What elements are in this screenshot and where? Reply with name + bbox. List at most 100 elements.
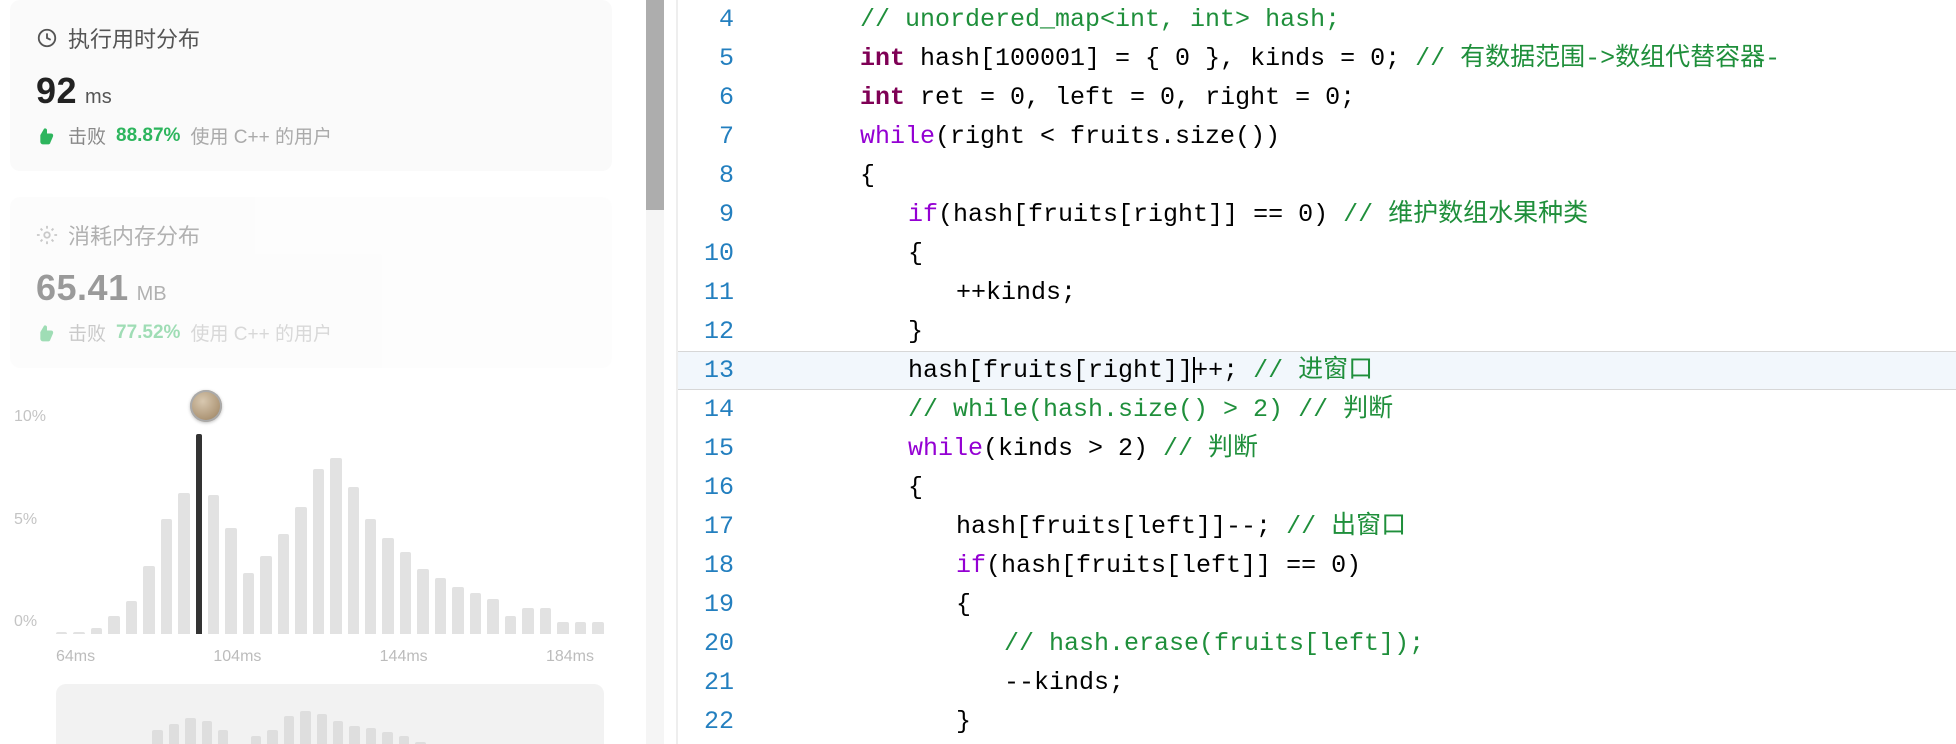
line-number[interactable]: 14 bbox=[678, 390, 756, 429]
mini-histogram-bar[interactable] bbox=[267, 730, 277, 744]
code-keyword: int bbox=[860, 44, 905, 73]
histogram-bar[interactable] bbox=[330, 458, 341, 634]
histogram-bar[interactable] bbox=[592, 622, 603, 634]
code-line[interactable]: // hash.erase(fruits[left]); bbox=[764, 624, 1956, 663]
histogram-bar[interactable] bbox=[435, 578, 446, 634]
mini-histogram-bar[interactable] bbox=[399, 736, 409, 744]
line-number[interactable]: 22 bbox=[678, 702, 756, 741]
line-number[interactable]: 17 bbox=[678, 507, 756, 546]
code-line[interactable]: // while(hash.size() > 2) // 判断 bbox=[764, 390, 1956, 429]
code-token: ++; bbox=[1193, 356, 1253, 385]
line-number[interactable]: 7 bbox=[678, 117, 756, 156]
code-line[interactable]: { bbox=[764, 468, 1956, 507]
histogram-bar[interactable] bbox=[540, 608, 551, 634]
code-line[interactable]: while(right < fruits.size()) bbox=[764, 117, 1956, 156]
histogram-bar[interactable] bbox=[161, 519, 172, 634]
histogram-bar[interactable] bbox=[260, 556, 271, 634]
line-number-gutter[interactable]: 45678910111213141516171819202122 bbox=[678, 0, 756, 744]
code-token: hash bbox=[908, 356, 968, 385]
histogram-bar[interactable] bbox=[575, 622, 586, 634]
scrollbar-thumb[interactable] bbox=[646, 0, 664, 210]
histogram-bar[interactable] bbox=[522, 608, 533, 634]
mini-histogram-bar[interactable] bbox=[284, 716, 294, 744]
histogram-bar[interactable] bbox=[208, 495, 219, 634]
histogram-bar[interactable] bbox=[278, 534, 289, 634]
code-token: [fruits[right]] bbox=[968, 356, 1193, 385]
histogram-bar[interactable] bbox=[295, 507, 306, 634]
histogram-bar[interactable] bbox=[108, 616, 119, 634]
mini-histogram-bar[interactable] bbox=[185, 718, 195, 744]
code-lines[interactable]: // unordered_map<int, int> hash;int hash… bbox=[764, 0, 1956, 741]
line-number[interactable]: 13 bbox=[678, 351, 756, 390]
histogram-bar[interactable] bbox=[348, 487, 359, 634]
code-editor[interactable]: 45678910111213141516171819202122 // unor… bbox=[678, 0, 1956, 744]
code-line[interactable]: { bbox=[764, 156, 1956, 195]
code-line[interactable]: hash[fruits[right]]++; // 进窗口 bbox=[764, 351, 1956, 390]
histogram-bar[interactable] bbox=[470, 593, 481, 634]
mini-histogram-bar[interactable] bbox=[152, 730, 162, 744]
runtime-histogram[interactable]: 10% 5% 0% 64ms 104ms 144ms 184ms bbox=[0, 408, 630, 666]
line-number[interactable]: 16 bbox=[678, 468, 756, 507]
code-line[interactable]: int hash[100001] = { 0 }, kinds = 0; // … bbox=[764, 39, 1956, 78]
mini-histogram-bar[interactable] bbox=[202, 721, 212, 744]
histogram-bar[interactable] bbox=[126, 601, 137, 634]
mini-histogram-bar[interactable] bbox=[218, 730, 228, 744]
line-number[interactable]: 9 bbox=[678, 195, 756, 234]
line-number[interactable]: 8 bbox=[678, 156, 756, 195]
mini-histogram-bar[interactable] bbox=[300, 711, 310, 744]
line-number[interactable]: 12 bbox=[678, 312, 756, 351]
code-line[interactable]: { bbox=[764, 585, 1956, 624]
code-keyword: while bbox=[860, 122, 935, 151]
mini-histogram-bar[interactable] bbox=[169, 724, 179, 744]
code-line[interactable]: // unordered_map<int, int> hash; bbox=[764, 0, 1956, 39]
mini-histogram-bar[interactable] bbox=[317, 714, 327, 744]
code-line[interactable]: if(hash[fruits[right]] == 0) // 维护数组水果种类 bbox=[764, 195, 1956, 234]
histogram-bar[interactable] bbox=[196, 434, 202, 634]
histogram-bar[interactable] bbox=[73, 632, 84, 634]
code-token: hash[fruits[left]]--; bbox=[956, 512, 1286, 541]
mini-histogram[interactable]: 64ms 104ms 144ms 184ms bbox=[56, 684, 604, 744]
code-line[interactable]: hash[fruits[left]]--; // 出窗口 bbox=[764, 507, 1956, 546]
histogram-bar[interactable] bbox=[243, 573, 254, 634]
stats-panel: 执行用时分布 92 ms 击败 88.87% 使用 C++ 的用户 消耗内存分布 bbox=[0, 0, 630, 744]
histogram-bar[interactable] bbox=[56, 632, 67, 634]
line-number[interactable]: 4 bbox=[678, 0, 756, 39]
panel-scrollbar[interactable] bbox=[630, 0, 678, 744]
line-number[interactable]: 21 bbox=[678, 663, 756, 702]
line-number[interactable]: 11 bbox=[678, 273, 756, 312]
mini-histogram-bar[interactable] bbox=[366, 728, 376, 744]
histogram-bar[interactable] bbox=[417, 569, 428, 634]
mini-histogram-bar[interactable] bbox=[349, 726, 359, 744]
histogram-bar[interactable] bbox=[143, 566, 154, 634]
line-number[interactable]: 18 bbox=[678, 546, 756, 585]
code-line[interactable]: { bbox=[764, 234, 1956, 273]
code-line[interactable]: int ret = 0, left = 0, right = 0; bbox=[764, 78, 1956, 117]
code-line[interactable]: } bbox=[764, 702, 1956, 741]
histogram-bar[interactable] bbox=[178, 493, 189, 634]
code-line[interactable]: if(hash[fruits[left]] == 0) bbox=[764, 546, 1956, 585]
code-token: (hash[fruits[right]] == 0) bbox=[938, 200, 1343, 229]
histogram-bar[interactable] bbox=[382, 538, 393, 634]
histogram-bar[interactable] bbox=[557, 622, 568, 634]
mini-histogram-bar[interactable] bbox=[382, 732, 392, 744]
histogram-bar[interactable] bbox=[487, 599, 498, 634]
histogram-bar[interactable] bbox=[365, 519, 376, 634]
histogram-bar[interactable] bbox=[91, 628, 102, 634]
line-number[interactable]: 6 bbox=[678, 78, 756, 117]
line-number[interactable]: 19 bbox=[678, 585, 756, 624]
line-number[interactable]: 5 bbox=[678, 39, 756, 78]
code-line[interactable]: --kinds; bbox=[764, 663, 1956, 702]
histogram-bar[interactable] bbox=[400, 552, 411, 634]
mini-histogram-bar[interactable] bbox=[333, 721, 343, 744]
line-number[interactable]: 10 bbox=[678, 234, 756, 273]
mini-histogram-bar[interactable] bbox=[251, 736, 261, 744]
histogram-bar[interactable] bbox=[452, 587, 463, 634]
line-number[interactable]: 20 bbox=[678, 624, 756, 663]
code-line[interactable]: } bbox=[764, 312, 1956, 351]
histogram-bar[interactable] bbox=[505, 616, 516, 634]
code-line[interactable]: while(kinds > 2) // 判断 bbox=[764, 429, 1956, 468]
code-line[interactable]: ++kinds; bbox=[764, 273, 1956, 312]
line-number[interactable]: 15 bbox=[678, 429, 756, 468]
histogram-bar[interactable] bbox=[225, 528, 236, 634]
histogram-bar[interactable] bbox=[313, 469, 324, 634]
